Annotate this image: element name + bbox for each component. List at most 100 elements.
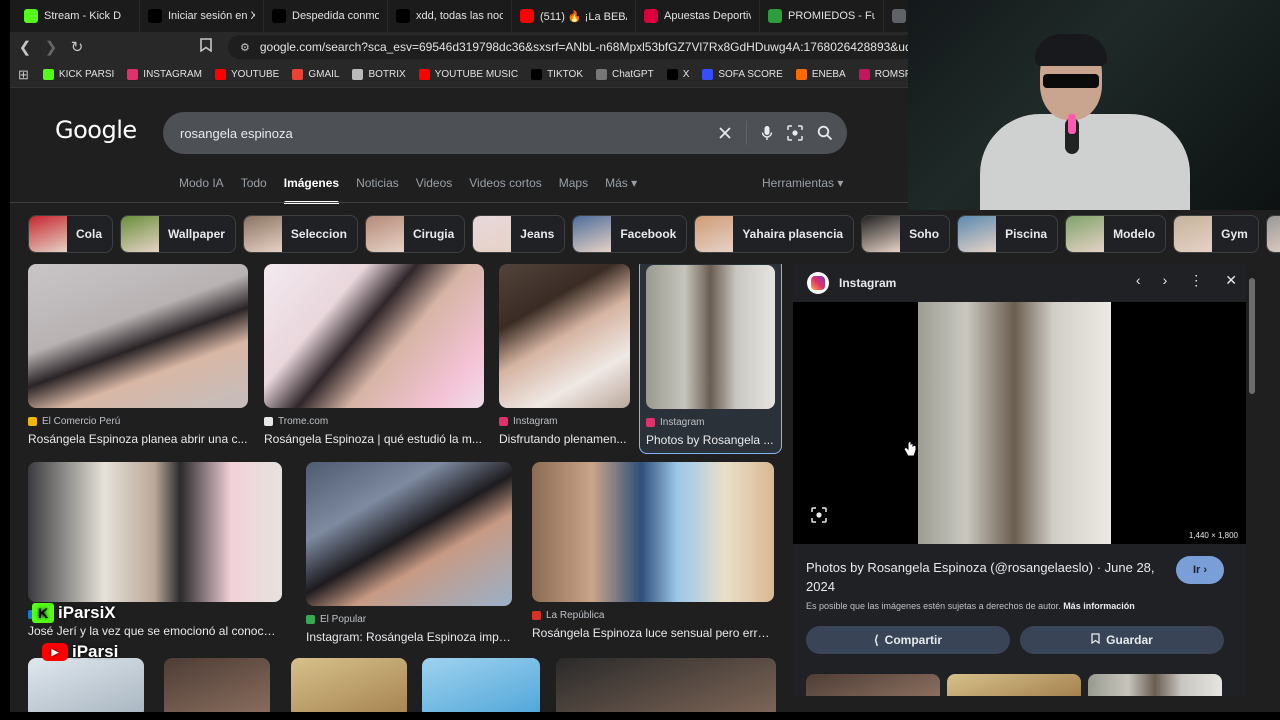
save-button[interactable]: Guardar [1020,626,1224,654]
site-info-icon[interactable]: ⚙ [240,41,250,54]
bookmark-item[interactable]: BOTRIX [352,69,406,80]
chip-seleccion[interactable]: Seleccion [242,215,358,253]
chevron-left-icon[interactable]: ‹ [1136,272,1141,289]
reload-button[interactable]: ↻ [66,36,88,58]
browser-tab[interactable]: Iniciar sesión en X [140,0,264,32]
chip-cirugia[interactable]: Cirugia [364,215,466,253]
chip-wallpaper[interactable]: Wallpaper [120,215,236,253]
result-image[interactable] [422,658,540,712]
image-result[interactable]: Instagram Disfrutando plenamen... [499,264,630,446]
google-logo[interactable]: Google [55,116,137,144]
chevron-right-icon[interactable]: › [1163,272,1168,289]
voice-search-icon[interactable] [761,125,773,141]
preview-source[interactable]: Instagram [839,276,896,290]
chip-yahaira-plasencia[interactable]: Yahaira plasencia [694,215,855,253]
result-title[interactable]: Disfrutando plenamen... [499,432,630,446]
result-source[interactable]: La República [532,610,774,621]
search-tab[interactable]: Modo IA [179,176,224,192]
share-button[interactable]: ⟨ Compartir [806,626,1010,654]
result-title[interactable]: Rosángela Espinoza planea abrir una c... [28,432,248,446]
related-thumb[interactable] [947,674,1081,696]
related-thumb[interactable] [806,674,940,696]
search-tab[interactable]: Noticias [356,176,399,192]
bookmark-item[interactable]: KICK PARSI [42,69,114,80]
browser-tab[interactable]: Apuestas Deportiv [636,0,760,32]
close-icon[interactable]: ✕ [1225,272,1237,289]
result-image[interactable] [499,264,630,408]
image-result[interactable]: El Comercio Perú Rosángela Espinoza plane… [28,264,248,446]
chip-cola[interactable]: Cola [28,215,114,253]
chip-piscina[interactable]: Piscina [957,215,1059,253]
result-title[interactable]: José Jerí y la vez que se emocionó al co… [28,624,282,638]
chip-gym[interactable]: Gym [1173,215,1259,253]
back-button[interactable]: ❮ [14,36,36,58]
scrollbar-thumb[interactable] [1249,278,1255,394]
search-input[interactable]: rosangela espinoza [180,126,293,141]
browser-tab[interactable]: xdd, todas las noch [388,0,512,32]
forward-button[interactable]: ❯ [40,36,62,58]
result-image[interactable] [164,658,270,712]
result-source[interactable]: El Comercio Perú [28,416,248,427]
lens-icon[interactable] [811,507,827,526]
search-tab[interactable]: Imágenes [283,176,340,204]
result-image[interactable] [291,658,407,712]
more-info-link[interactable]: Más información [1063,601,1135,611]
apps-grid-icon[interactable]: ⊞ [18,67,29,83]
bookmark-icon[interactable] [200,38,212,55]
bookmark-item[interactable]: ENEBA [795,69,846,80]
preview-image[interactable]: 1,440 × 1,800 [793,302,1246,544]
panel-scrollbar[interactable] [1248,264,1256,696]
result-image[interactable] [646,265,775,409]
result-source[interactable]: El Popular [306,614,512,625]
result-image[interactable] [264,264,484,408]
result-source[interactable]: Trome.com [264,416,484,427]
more-options-icon[interactable]: ⋮ [1189,272,1203,289]
bookmark-item[interactable]: ChatGPT [596,69,654,80]
result-title[interactable]: Rosángela Espinoza | qué estudió la m... [264,432,484,446]
visit-button[interactable]: Ir › [1176,556,1224,584]
browser-tab[interactable]: PROMIEDOS - Futb [760,0,884,32]
search-icon[interactable] [817,125,833,141]
preview-title[interactable]: Photos by Rosangela Espinoza (@rosangela… [806,558,1164,596]
chip-soho[interactable]: Soho [861,215,951,253]
search-tab[interactable]: Videos [416,176,452,192]
bookmark-item[interactable]: YOUTUBE [215,69,279,80]
result-image[interactable] [28,462,282,602]
search-tab[interactable]: Todo [241,176,267,192]
result-image[interactable] [556,658,776,712]
result-image[interactable] [306,462,512,606]
chip-facebook[interactable]: Facebook [572,215,688,253]
result-source[interactable]: Instagram [646,417,775,428]
result-image[interactable] [28,264,248,408]
image-result[interactable]: La República Rosángela Espinoza luce sens… [532,462,774,640]
chip-jeans[interactable]: Jeans [472,215,566,253]
result-image[interactable] [532,462,774,602]
search-tab[interactable]: Maps [559,176,588,192]
bookmark-item[interactable]: GMAIL [292,69,339,80]
tools-menu[interactable]: Herramientas ▾ [762,176,843,190]
bookmark-item[interactable]: SOFA SCORE [702,69,783,80]
image-result[interactable]: Instagram Photos by Rosangela ... [639,264,782,454]
result-image[interactable] [28,658,144,712]
result-title[interactable]: Rosángela Espinoza luce sensual pero err… [532,626,774,640]
bookmark-item[interactable]: X [666,69,689,80]
result-title[interactable]: Photos by Rosangela ... [646,433,775,447]
search-tab[interactable]: Más ▾ [605,176,637,192]
result-title[interactable]: Instagram: Rosángela Espinoza impa... [306,630,512,644]
image-result[interactable]: Trome.com Rosángela Espinoza | qué estudi… [264,264,484,446]
preview-photo[interactable] [918,302,1111,544]
image-result[interactable]: El Popular Instagram: Rosángela Espinoza … [306,462,512,644]
clear-icon[interactable] [718,126,732,140]
bookmark-item[interactable]: INSTAGRAM [127,69,202,80]
bookmark-item[interactable]: TIKTOK [531,69,583,80]
bookmark-item[interactable]: YOUTUBE MUSIC [418,69,518,80]
search-tab[interactable]: Videos cortos [469,176,542,192]
browser-tab[interactable]: Stream - Kick D [16,0,140,32]
chip-tra[interactable]: Tra [1265,215,1280,253]
result-source[interactable]: Instagram [499,416,630,427]
browser-tab[interactable]: (511) 🔥 ¡La BEBAP [512,0,636,32]
search-box[interactable]: rosangela espinoza [163,112,847,154]
related-thumb[interactable] [1088,674,1222,696]
browser-tab[interactable]: Despedida conmov [264,0,388,32]
lens-search-icon[interactable] [787,125,803,141]
